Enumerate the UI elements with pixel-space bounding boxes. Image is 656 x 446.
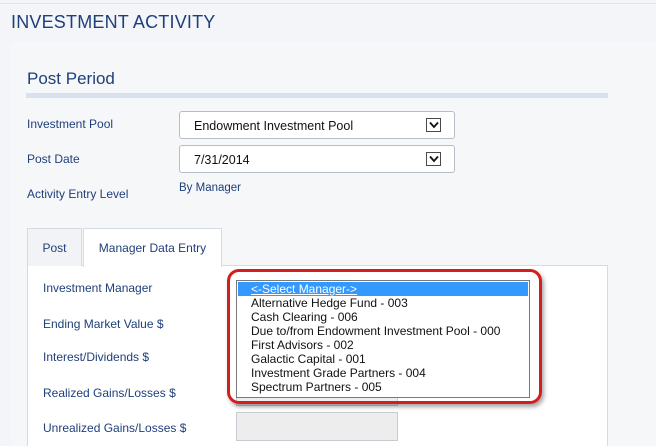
tab-manager-data-entry-label: Manager Data Entry xyxy=(98,241,207,255)
page-title: INVESTMENT ACTIVITY xyxy=(11,12,216,32)
interest-dividends-label: Interest/Dividends $ xyxy=(43,350,150,364)
post-date-value: 7/31/2014 xyxy=(194,153,250,167)
unrealized-gains-field[interactable] xyxy=(236,412,398,441)
post-date-label: Post Date xyxy=(27,152,80,166)
activity-entry-level-label: Activity Entry Level xyxy=(27,187,129,201)
tab-post-label: Post xyxy=(42,241,67,255)
divider xyxy=(0,3,656,4)
section-divider xyxy=(26,93,608,98)
unrealized-gains-label: Unrealized Gains/Losses $ xyxy=(43,421,187,435)
chevron-down-icon[interactable] xyxy=(426,118,441,132)
activity-entry-level-value: By Manager xyxy=(179,182,242,194)
investment-pool-label: Investment Pool xyxy=(27,117,114,131)
section-title-post-period: Post Period xyxy=(27,69,115,88)
ending-market-value-label: Ending Market Value $ xyxy=(43,317,164,331)
investment-pool-select[interactable]: Endowment Investment Pool xyxy=(179,111,455,139)
page: INVESTMENT ACTIVITY Post Period Investme… xyxy=(0,0,656,446)
chevron-down-icon[interactable] xyxy=(426,152,441,166)
investment-manager-label: Investment Manager xyxy=(43,281,153,295)
tab-post[interactable]: Post xyxy=(27,228,82,266)
post-date-select[interactable]: 7/31/2014 xyxy=(179,145,455,173)
realized-gains-label: Realized Gains/Losses $ xyxy=(43,386,176,400)
highlight-annotation xyxy=(227,269,542,404)
tab-manager-data-entry[interactable]: Manager Data Entry xyxy=(83,228,222,267)
investment-pool-value: Endowment Investment Pool xyxy=(194,119,354,133)
